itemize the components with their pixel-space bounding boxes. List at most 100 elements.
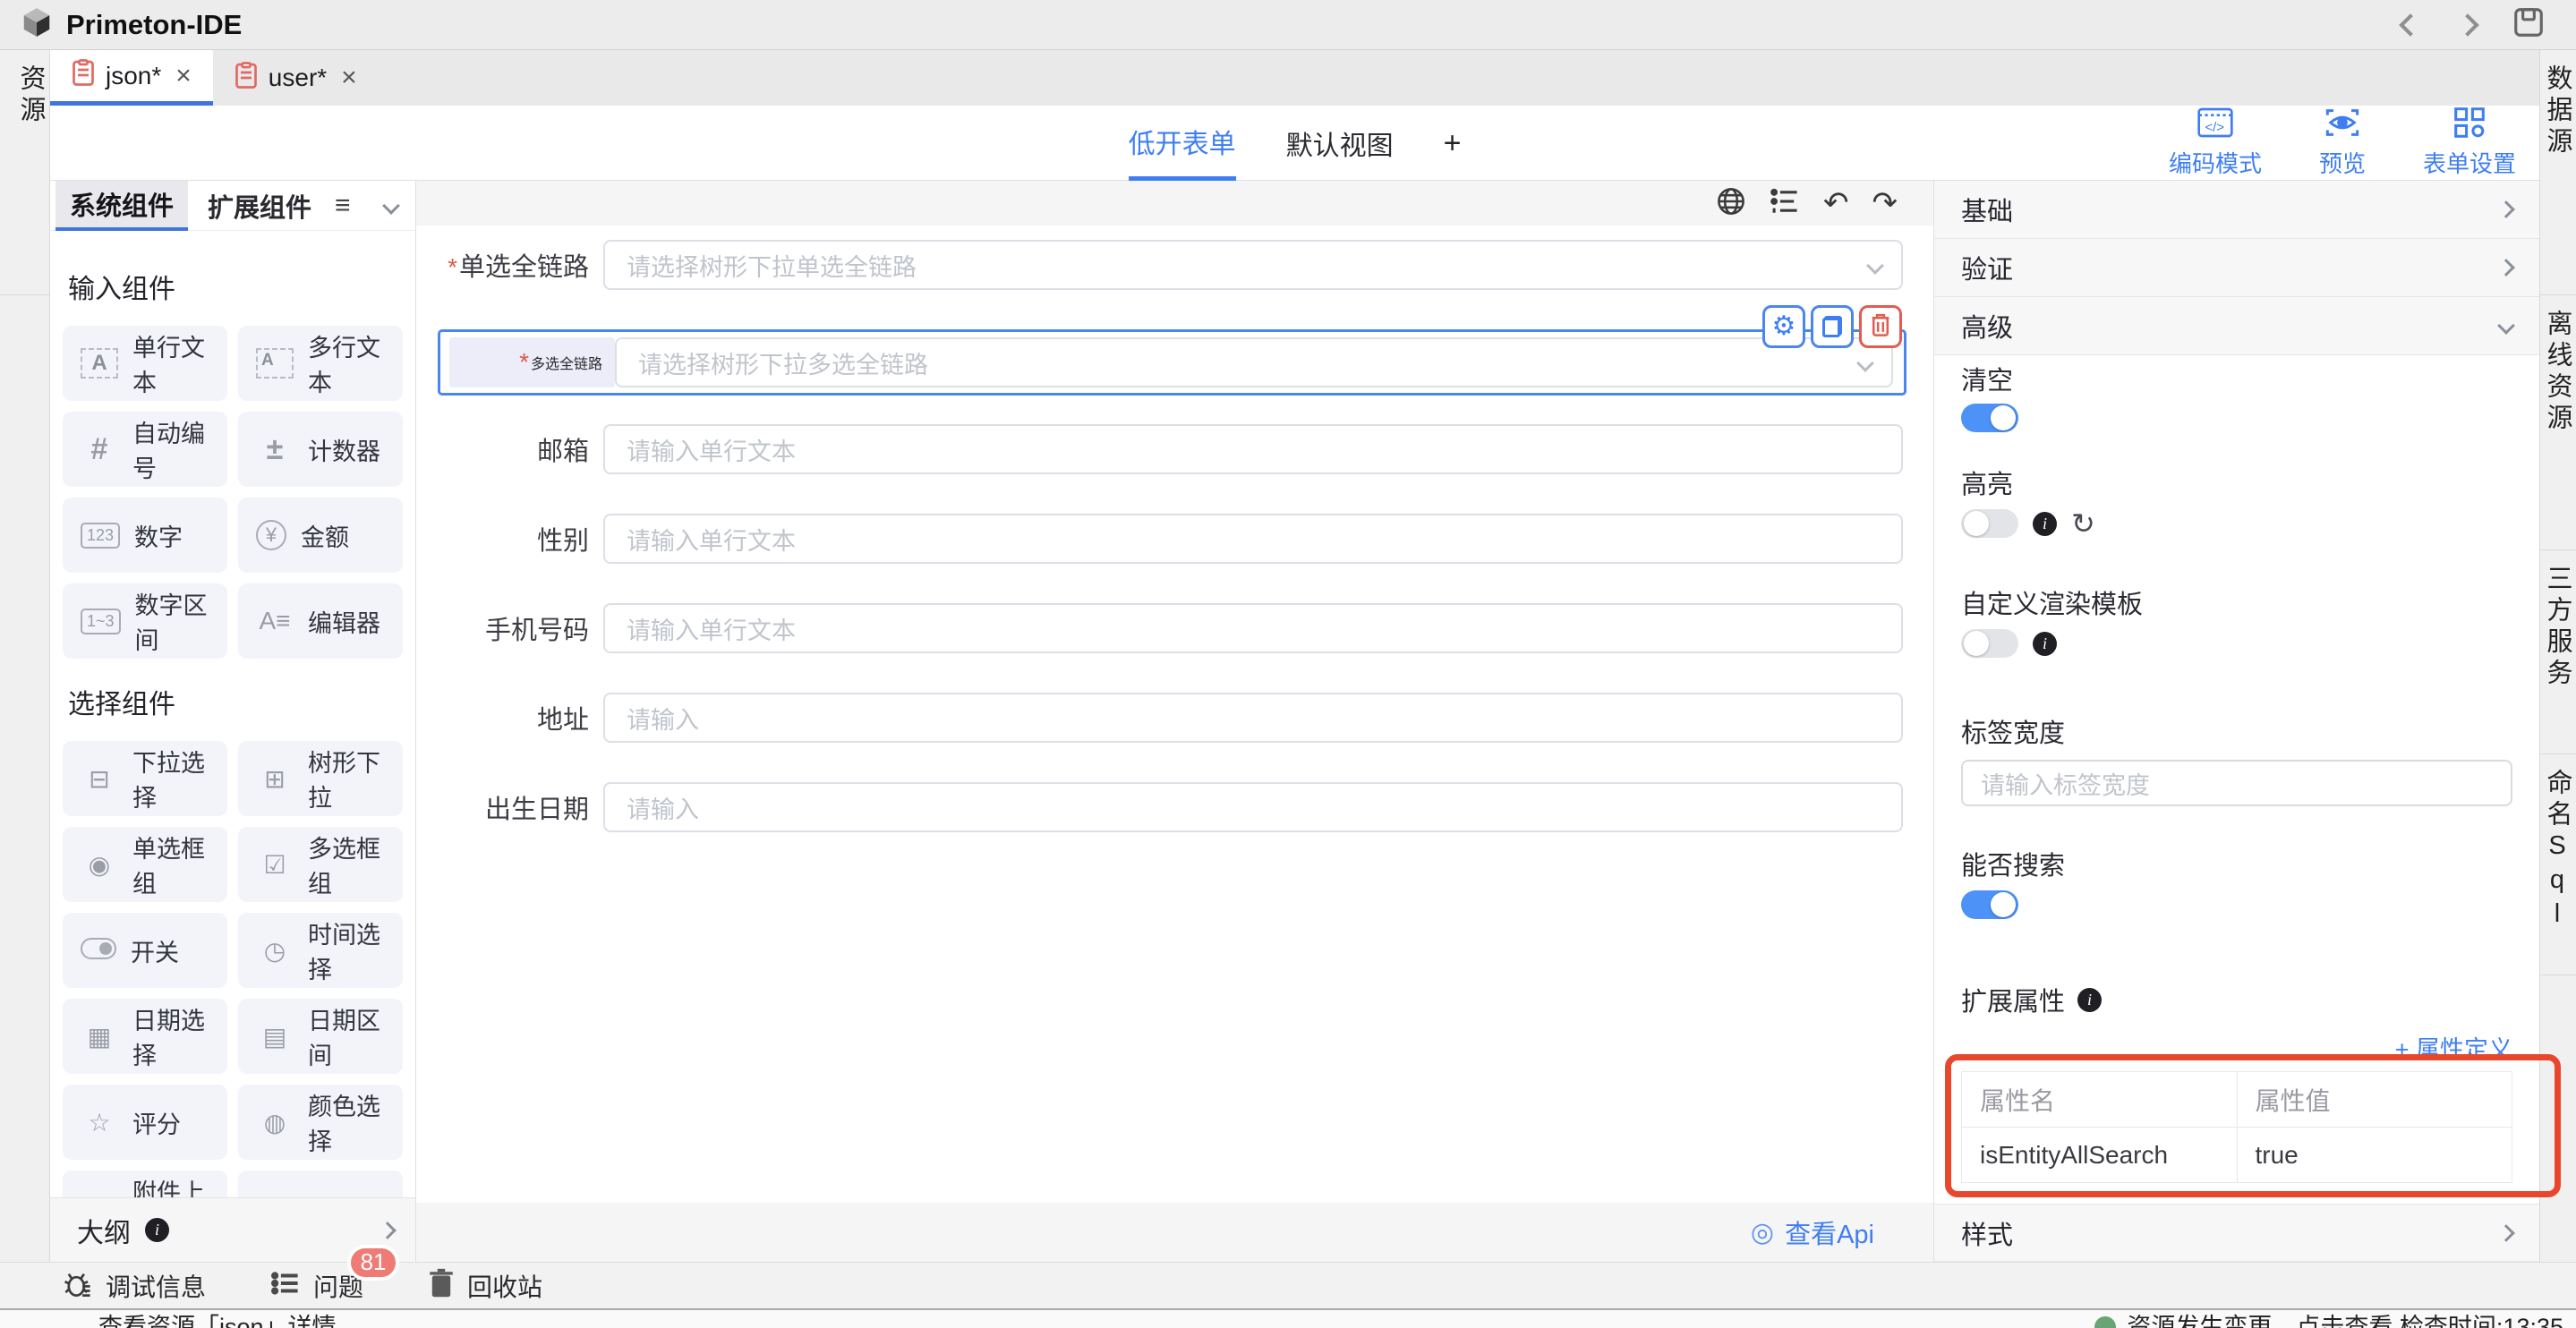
selected-field-多选全链路[interactable]: *多选全链路请选择树形下拉多选全链路⚙	[438, 329, 1906, 396]
mode-button-编码模式[interactable]: </>编码模式	[2169, 107, 2262, 179]
component-item-编辑器[interactable]: A≡编辑器	[238, 583, 403, 659]
refresh-icon[interactable]: ↻	[2071, 509, 2095, 538]
dock-tab-三方服务[interactable]: 三方服务	[2540, 550, 2576, 754]
undo-icon[interactable]: ↶	[1823, 188, 1849, 218]
component-item-单行文本[interactable]: A单行文本	[63, 326, 227, 401]
attr-table-cell[interactable]: true	[2237, 1128, 2512, 1183]
component-item-树形下拉[interactable]: ⊞树形下拉	[238, 741, 403, 816]
component-item-附件上传[interactable]: ↥附件上传	[63, 1171, 227, 1197]
menu-icon[interactable]: ≡	[335, 191, 351, 221]
attr-table-row[interactable]: isEntityAllSearchtrue	[1962, 1128, 2512, 1183]
add-view-button[interactable]: +	[1444, 126, 1462, 161]
component-item-自动编号[interactable]: #自动编号	[63, 412, 227, 487]
outline-tree-icon[interactable]	[1770, 186, 1800, 221]
chevron-right-icon	[2497, 259, 2515, 277]
component-item-日期选择[interactable]: ▦日期选择	[63, 999, 227, 1074]
component-item-日期区间[interactable]: ▤日期区间	[238, 999, 403, 1074]
recycle-trash-icon	[428, 1268, 455, 1303]
component-item-下拉选择[interactable]: ⊟下拉选择	[63, 741, 227, 816]
chevron-down-icon[interactable]	[382, 197, 400, 215]
dock-tab-资源[interactable]: 资源	[0, 50, 49, 295]
status-right-text[interactable]: 资源发生变更，点击查看 检查时间:13:35	[2094, 1312, 2563, 1328]
close-icon[interactable]: ×	[341, 63, 357, 93]
section-validation[interactable]: 验证	[1934, 239, 2539, 297]
component-item-金额[interactable]: ¥金额	[238, 498, 403, 573]
field-input-单选全链路[interactable]: 请选择树形下拉单选全链路	[603, 240, 1903, 290]
forward-icon[interactable]	[2456, 13, 2478, 36]
form-field-邮箱[interactable]: 邮箱请输入单行文本	[416, 424, 1903, 474]
form-field-地址[interactable]: 地址请输入	[416, 693, 1903, 743]
dock-tab-数据源[interactable]: 数据源	[2540, 50, 2576, 295]
component-item-数字[interactable]: 123数字	[63, 498, 227, 573]
component-item-时间选择[interactable]: ◷时间选择	[238, 913, 403, 988]
status-left-text[interactable]: 查看资源「json」详情	[98, 1312, 337, 1328]
attr-table-cell[interactable]: isEntityAllSearch	[1962, 1128, 2238, 1183]
dock-tab-离线资源[interactable]: 离线资源	[2540, 295, 2576, 550]
dock-tab-命名Sql[interactable]: 命名Sql	[2540, 754, 2576, 975]
extended-attributes-table[interactable]: 属性名属性值isEntityAllSearchtrue	[1961, 1071, 2512, 1183]
view-tab-低开表单[interactable]: 低开表单	[1129, 106, 1236, 181]
component-item-开关[interactable]: 开关	[63, 913, 227, 988]
view-tab-默认视图[interactable]: 默认视图	[1286, 106, 1394, 181]
save-icon[interactable]	[2512, 5, 2546, 44]
mode-button-预览[interactable]: 预览	[2319, 107, 2366, 179]
info-icon[interactable]: i	[2077, 988, 2102, 1012]
form-field-单选全链路[interactable]: *单选全链路请选择树形下拉单选全链路	[416, 240, 1903, 290]
component-item-颜色选择[interactable]: ◍颜色选择	[238, 1085, 403, 1160]
add-attribute-link[interactable]: + 属性定义	[2395, 1030, 2512, 1057]
view-api-link[interactable]: 查看Api	[1785, 1213, 1874, 1251]
component-section-title: 输入组件	[68, 267, 403, 306]
component-item-计数器[interactable]: ±计数器	[238, 412, 403, 487]
field-input-手机号码[interactable]: 请输入单行文本	[603, 603, 1903, 653]
editor-tab-user[interactable]: user*×	[213, 50, 379, 106]
field-input-性别[interactable]: 请输入单行文本	[603, 514, 1903, 564]
form-field-出生日期[interactable]: 出生日期请输入	[416, 782, 1903, 832]
component-item-多行文本[interactable]: A多行文本	[238, 326, 403, 401]
field-input-多选全链路[interactable]: 请选择树形下拉多选全链路	[615, 337, 1893, 387]
clear-toggle[interactable]	[1961, 404, 2018, 432]
chevron-right-icon[interactable]	[379, 1222, 397, 1239]
form-field-手机号码[interactable]: 手机号码请输入单行文本	[416, 603, 1903, 653]
mode-button-表单设置[interactable]: 表单设置	[2423, 107, 2516, 179]
components-tab-扩展组件[interactable]: 扩展组件	[193, 181, 326, 231]
globe-icon[interactable]	[1716, 186, 1746, 221]
redo-icon[interactable]: ↷	[1872, 188, 1898, 218]
field-input-邮箱[interactable]: 请输入单行文本	[603, 424, 1903, 474]
field-label: *多选全链路	[449, 337, 615, 387]
checkbox-group-icon: ☑	[256, 850, 294, 880]
highlight-toggle[interactable]	[1961, 509, 2018, 538]
info-icon[interactable]: i	[145, 1218, 169, 1242]
info-icon[interactable]: i	[2033, 632, 2057, 656]
bottom-bar-item-回收站[interactable]: 回收站	[428, 1268, 542, 1304]
canvas-toolbar: ↶↷	[416, 181, 1933, 226]
component-item-单选框组[interactable]: ◉单选框组	[63, 827, 227, 902]
editor-tab-json[interactable]: json*×	[50, 50, 213, 106]
searchable-toggle[interactable]	[1961, 890, 2018, 919]
custom-render-template-toggle[interactable]	[1961, 629, 2018, 658]
section-style[interactable]: 样式	[1934, 1204, 2539, 1262]
label-width-input[interactable]: 请输入标签宽度	[1961, 760, 2512, 806]
field-delete-button[interactable]	[1859, 305, 1902, 348]
close-icon[interactable]: ×	[175, 61, 192, 91]
info-icon[interactable]: i	[2033, 512, 2057, 536]
component-item-多选框组[interactable]: ☑多选框组	[238, 827, 403, 902]
component-item-数字区间[interactable]: 1~3数字区间	[63, 583, 227, 659]
chevron-down-icon	[2497, 317, 2515, 335]
date-range-icon: ▤	[256, 1022, 294, 1051]
components-tab-系统组件[interactable]: 系统组件	[55, 181, 188, 231]
chevron-down-icon	[1866, 257, 1884, 275]
field-settings-button[interactable]: ⚙	[1762, 305, 1805, 348]
section-basic[interactable]: 基础	[1934, 181, 2539, 239]
bottom-bar-item-调试信息[interactable]: 调试信息	[63, 1268, 206, 1304]
section-advanced[interactable]: 高级	[1934, 297, 2539, 355]
attr-table-header: 属性值	[2237, 1072, 2512, 1128]
component-item-图片[interactable]: ▨图片	[238, 1171, 403, 1197]
field-input-地址[interactable]: 请输入	[603, 693, 1903, 743]
field-input-出生日期[interactable]: 请输入	[603, 782, 1903, 832]
form-field-性别[interactable]: 性别请输入单行文本	[416, 514, 1903, 564]
back-icon[interactable]	[2399, 13, 2421, 36]
component-item-评分[interactable]: ☆评分	[63, 1085, 227, 1160]
auto-number-icon: #	[81, 432, 118, 467]
field-copy-button[interactable]	[1811, 305, 1854, 348]
bottom-bar-item-问题[interactable]: 问题81	[270, 1268, 363, 1304]
